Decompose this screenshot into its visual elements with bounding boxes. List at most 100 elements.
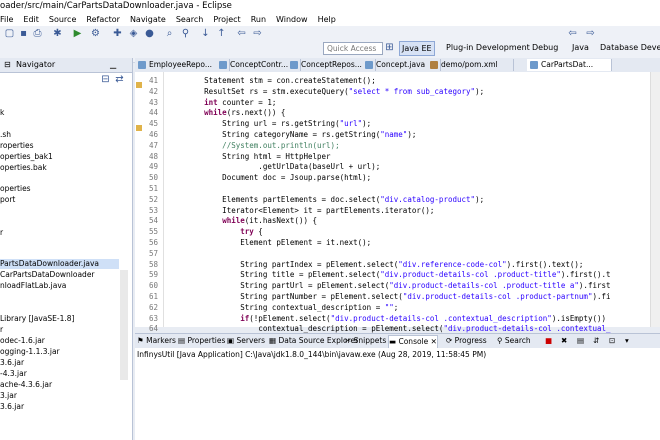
tree-scrollbar[interactable] (120, 270, 128, 380)
code-line[interactable]: try { (168, 226, 263, 237)
link-editor-icon[interactable]: ⇄ (114, 74, 125, 85)
display-console-icon[interactable]: ▾ (625, 335, 629, 347)
back-icon[interactable]: ⇦ (236, 28, 247, 39)
forward-icon[interactable]: ⇨ (252, 28, 263, 39)
clear-console-icon[interactable]: ▤ (577, 335, 584, 347)
tree-item[interactable]: CarPartsDataDownloader (0, 270, 95, 280)
tab-package-explorer[interactable]: ⊟ (4, 59, 11, 71)
code-line[interactable]: String partIndex = pElement.select("div.… (168, 259, 583, 270)
menu-navigate[interactable]: Navigate (130, 15, 166, 24)
forward-history-icon[interactable]: ⇨ (585, 28, 596, 39)
remove-launch-icon[interactable]: ✖ (561, 335, 567, 347)
code-line[interactable]: String url = rs.getString("url"); (168, 118, 371, 129)
tree-item[interactable]: port (0, 195, 15, 205)
code-line[interactable]: //System.out.println(url); (168, 140, 339, 151)
tab-properties[interactable]: ▤ Properties (178, 335, 225, 347)
pin-console-icon[interactable]: ⊡ (609, 335, 615, 347)
tree-item[interactable]: r (0, 325, 3, 335)
tab-snippets[interactable]: ✂ Snippets (345, 335, 386, 347)
new-java-project-icon[interactable]: ✚ (112, 28, 123, 39)
debug-icon[interactable]: ✱ (52, 28, 63, 39)
open-perspective-icon[interactable]: ⊞ (384, 42, 395, 53)
tree-item[interactable]: ache-4.3.6.jar (0, 380, 52, 390)
minimize-icon[interactable]: ▁ (110, 59, 116, 71)
perspective-plugin-dev[interactable]: Plug-in Development (444, 41, 532, 54)
menu-help[interactable]: Help (318, 15, 336, 24)
editor-scrollbar[interactable] (650, 72, 660, 327)
code-line[interactable]: String partNumber = pElement.select("div… (168, 291, 610, 302)
save-icon[interactable]: ▪ (18, 28, 29, 39)
run-icon[interactable]: ▶ (72, 28, 83, 39)
new-icon[interactable]: ▢ (4, 28, 15, 39)
console-view[interactable]: InfinysUtil [Java Application] C:\Java\j… (135, 348, 660, 440)
tree-item[interactable]: .sh (0, 130, 11, 140)
code-line[interactable]: .getUrlData(baseUrl + url); (168, 161, 380, 172)
tree-item[interactable]: ogging-1.1.3.jar (0, 347, 60, 357)
tree-item[interactable]: k (0, 108, 4, 118)
code-line[interactable]: String title = pElement.select("div.prod… (168, 269, 610, 280)
code-line[interactable]: String html = HttpHelper (168, 151, 330, 162)
code-line[interactable]: Elements partElements = doc.select("div.… (168, 194, 484, 205)
next-annotation-icon[interactable]: ↓ (200, 28, 211, 39)
code-line[interactable]: int counter = 1; (168, 97, 276, 108)
perspective-debug[interactable]: Debug (530, 41, 560, 54)
scroll-lock-icon[interactable]: ⇵ (593, 335, 599, 347)
tree-item[interactable]: roperties (0, 141, 34, 151)
code-line[interactable]: Element pElement = it.next(); (168, 237, 371, 248)
debug-label: Debug (532, 43, 559, 52)
menu-search[interactable]: Search (176, 15, 203, 24)
menu-file[interactable]: File (0, 15, 13, 24)
tab-progress[interactable]: ⟳ Progress (446, 335, 487, 347)
search-icon[interactable]: ⚲ (180, 28, 191, 39)
prev-annotation-icon[interactable]: ↑ (216, 28, 227, 39)
tab-search[interactable]: ⚲ Search (497, 335, 531, 347)
menu-source[interactable]: Source (49, 15, 76, 24)
code-line[interactable]: String partUrl = pElement.select("div.pr… (168, 280, 610, 291)
tab-console[interactable]: ▬ Console ✕ (388, 335, 438, 349)
tree-item[interactable]: nloadFlatLab.java (0, 281, 66, 291)
terminate-icon[interactable]: ■ (545, 335, 552, 347)
code-line[interactable]: if(!pElement.select("div.product-details… (168, 313, 606, 324)
perspective-java-ee[interactable]: Java EE (399, 41, 435, 56)
code-line[interactable]: Iterator<Element> it = partElements.iter… (168, 205, 434, 216)
print-icon[interactable]: ⎙ (32, 28, 43, 39)
tree-item[interactable]: 3.jar (0, 391, 17, 401)
code-line[interactable]: while(it.hasNext()) { (168, 215, 317, 226)
code-line[interactable]: ResultSet rs = stm.executeQuery("select … (168, 86, 484, 97)
perspective-database[interactable]: Database Deve (598, 41, 660, 54)
tab-pom-xml[interactable]: demo/pom.xml (427, 59, 514, 71)
code-line[interactable]: String contextual_description = ""; (168, 302, 398, 313)
perspective-java[interactable]: Java (570, 41, 591, 54)
tree-item[interactable]: -4.3.jar (0, 369, 27, 379)
tree-item[interactable]: r (0, 228, 3, 238)
code-line[interactable]: Document doc = Jsoup.parse(html); (168, 172, 371, 183)
tree-item[interactable]: 3.6.jar (0, 358, 24, 368)
menu-window[interactable]: Window (276, 15, 308, 24)
tab-label: Snippets (353, 336, 387, 345)
external-tools-icon[interactable]: ⚙ (90, 28, 101, 39)
menu-project[interactable]: Project (213, 15, 240, 24)
open-type-icon[interactable]: ⌕ (164, 28, 175, 39)
code-line[interactable]: String categoryName = rs.getString("name… (168, 129, 416, 140)
collapse-all-icon[interactable]: ⊟ (100, 74, 111, 85)
tree-item[interactable]: operties_bak1 (0, 152, 53, 162)
menu-edit[interactable]: Edit (23, 15, 39, 24)
code-line[interactable]: Statement stm = con.createStatement(); (168, 75, 376, 86)
tab-carparts-downloader[interactable]: CarPartsDat... (527, 59, 612, 71)
last-edit-icon[interactable]: ⇦ (567, 28, 578, 39)
tree-item[interactable]: 3.6.jar (0, 402, 24, 412)
tab-servers[interactable]: ▣ Servers (227, 335, 265, 347)
new-package-icon[interactable]: ◈ (128, 28, 139, 39)
menu-refactor[interactable]: Refactor (86, 15, 120, 24)
tree-item[interactable]: operties (0, 184, 31, 194)
tab-navigator[interactable]: Navigator (16, 59, 55, 71)
tree-item[interactable]: Library [JavaSE-1.8] (0, 314, 74, 324)
menu-run[interactable]: Run (251, 15, 266, 24)
tab-markers[interactable]: ⚑ Markers (137, 335, 176, 347)
tree-item[interactable]: operties.bak (0, 163, 47, 173)
new-class-icon[interactable]: ● (144, 28, 155, 39)
tree-item[interactable]: odec-1.6.jar (0, 336, 45, 346)
quick-access-field[interactable]: Quick Access (323, 42, 383, 55)
code-line[interactable]: while(rs.next()) { (168, 107, 285, 118)
tree-item-selected[interactable]: PartsDataDownloader.java (0, 259, 119, 269)
